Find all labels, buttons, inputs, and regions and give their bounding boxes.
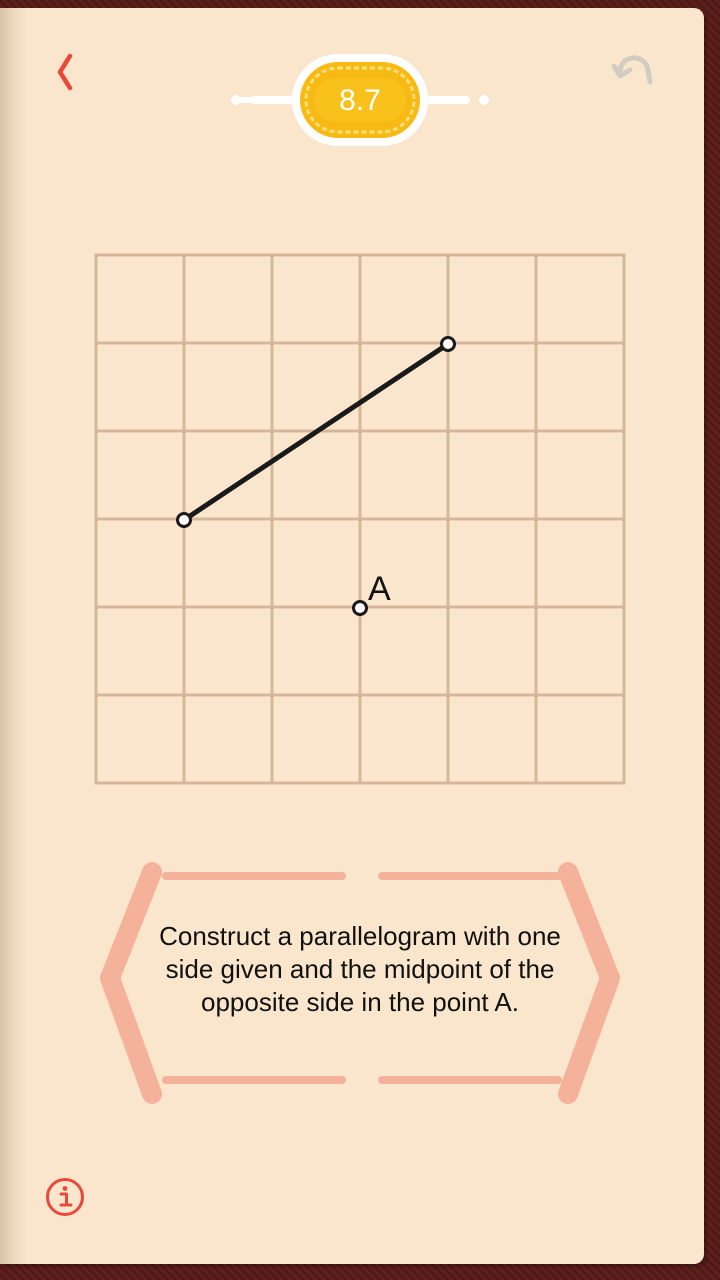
segment-endpoint[interactable] [440, 336, 456, 352]
point-a-label: A [368, 570, 391, 608]
grid [94, 253, 626, 785]
book-page: 8.7 A Construct a parallelogram with one… [0, 8, 704, 1264]
segment-endpoint[interactable] [176, 512, 192, 528]
task-description: Construct a parallelogram with one side … [159, 921, 561, 1017]
info-button[interactable] [44, 1176, 86, 1218]
point-a[interactable] [352, 600, 368, 616]
info-icon [46, 1178, 84, 1216]
